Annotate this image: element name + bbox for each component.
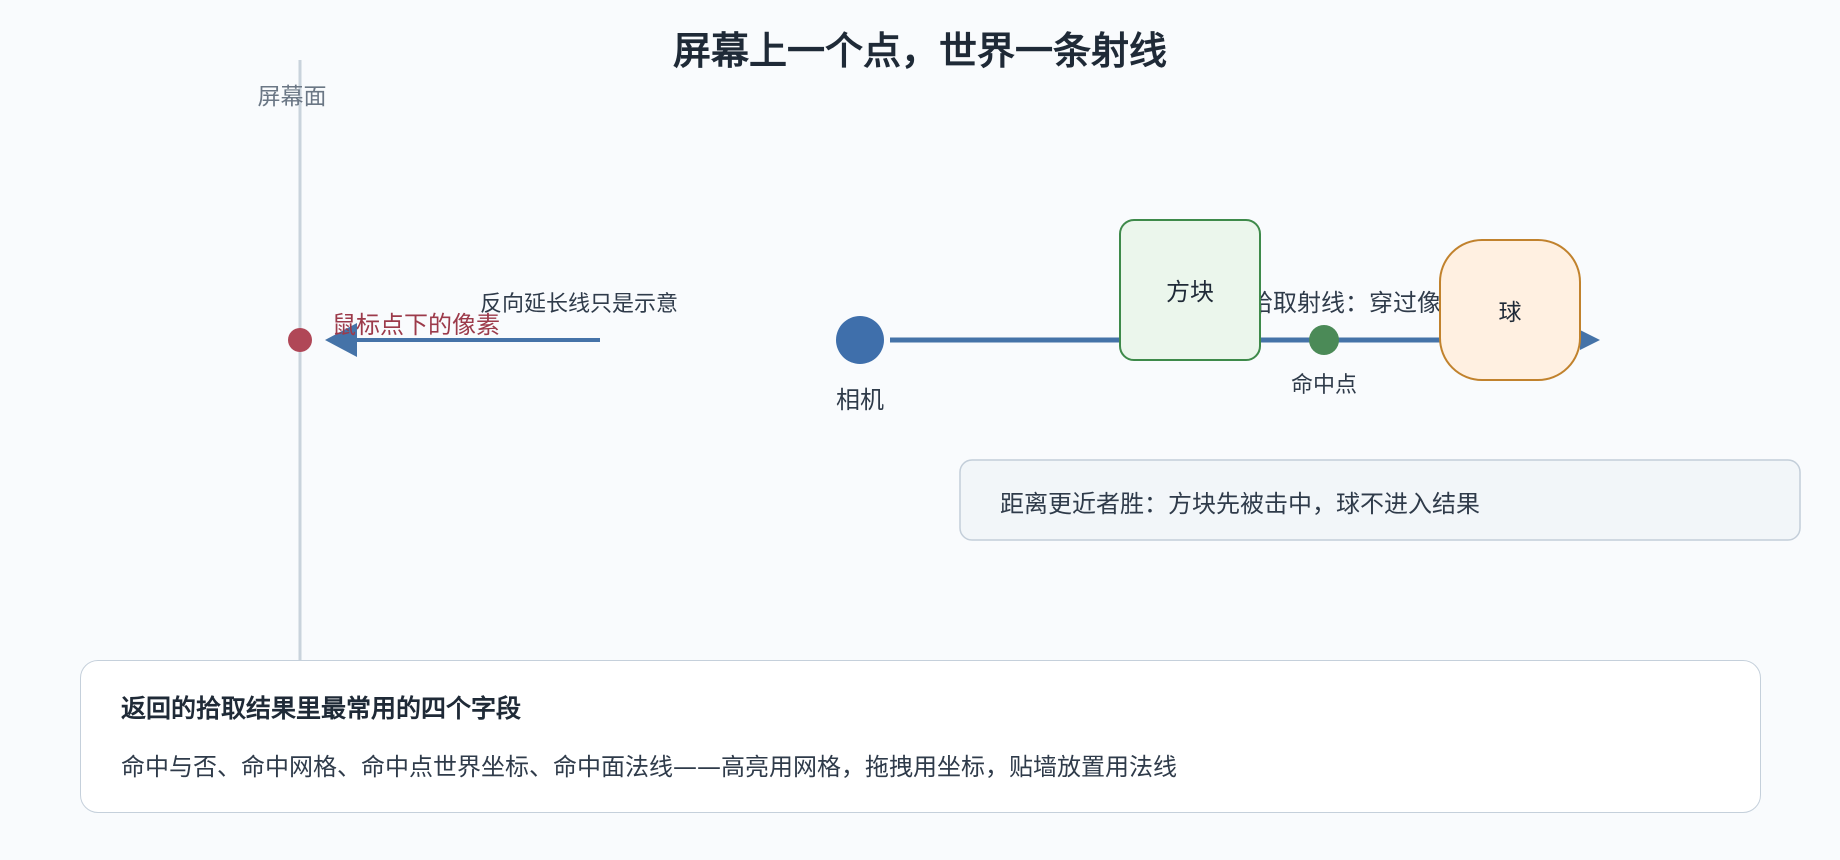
info-heading: 返回的拾取结果里最常用的四个字段 [121, 694, 522, 723]
camera-label: 相机 [836, 386, 884, 414]
pick-ray-arrowhead [1580, 330, 1600, 350]
pixel-dot [288, 328, 312, 352]
hit-point-dot [1309, 325, 1339, 355]
sphere-object-label: 球 [1499, 300, 1522, 326]
back-extension-label: 反向延长线只是示意 [480, 292, 678, 317]
pick-result-info-panel: 返回的拾取结果里最常用的四个字段 命中与否、命中网格、命中点世界坐标、命中面法线… [80, 660, 1761, 813]
pick-ray-label: 拾取射线：穿过像素 [1249, 289, 1465, 317]
distance-note-text: 距离更近者胜：方块先被击中，球不进入结果 [1000, 490, 1480, 518]
info-body: 命中与否、命中网格、命中点世界坐标、命中面法线——高亮用网格，拖拽用坐标，贴墙放… [121, 753, 1177, 781]
diagram-title: 屏幕上一个点，世界一条射线 [673, 29, 1167, 73]
screen-plane-label: 屏幕面 [258, 84, 327, 110]
box-object-label: 方块 [1166, 278, 1214, 306]
camera-icon [836, 316, 884, 364]
pixel-label: 鼠标点下的像素 [332, 311, 500, 339]
hit-point-label: 命中点 [1291, 373, 1357, 398]
